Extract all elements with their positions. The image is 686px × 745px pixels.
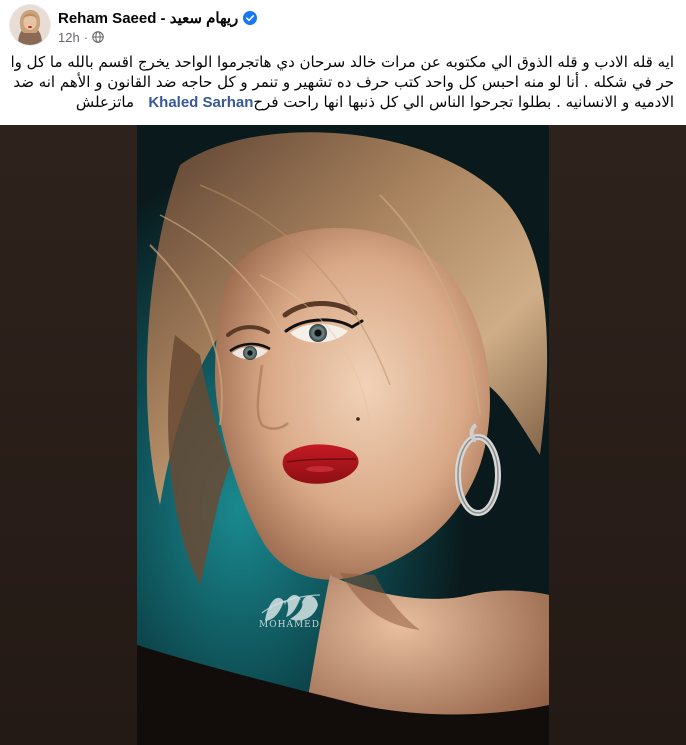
portrait-image (0, 125, 686, 745)
post-timestamp[interactable]: 12h (58, 30, 80, 45)
facebook-post: Reham Saeed - ريهام سعيد 12h · ايه قله ا… (0, 0, 686, 745)
post-text-tail: ماتزعلش (75, 93, 135, 111)
author-row: Reham Saeed - ريهام سعيد (58, 8, 258, 28)
verified-badge-icon (243, 11, 258, 25)
post-text: ايه قله الادب و قله الذوق الي مكتوبه عن … (12, 52, 674, 113)
post-text-line: ايه قله الادب و قله الذوق الي مكتوبه عن … (12, 53, 674, 71)
author-name[interactable]: Reham Saeed - ريهام سعيد (58, 9, 238, 27)
portrait-frame (137, 125, 549, 745)
avatar-image (10, 5, 50, 45)
globe-icon[interactable] (92, 31, 104, 43)
mention-link[interactable]: Khaled Sarhan (148, 94, 253, 111)
post-meta: 12h · (58, 29, 104, 45)
post-photo[interactable]: MOHAMED (0, 125, 686, 745)
post-text-line: حر في شكله . أنا لو منه احبس كل واحد كتب… (13, 73, 674, 91)
post-header: Reham Saeed - ريهام سعيد 12h · (0, 0, 686, 50)
watermark-text: MOHAMED (259, 620, 320, 630)
post-text-segment: الادميه و الانسانيه . بطلوا تجرحوا الناس… (253, 93, 674, 111)
post-text-line-with-mention: الادميه و الانسانيه . بطلوا تجرحوا الناس… (12, 92, 674, 113)
meta-separator: · (83, 29, 89, 45)
author-avatar[interactable] (10, 5, 50, 45)
